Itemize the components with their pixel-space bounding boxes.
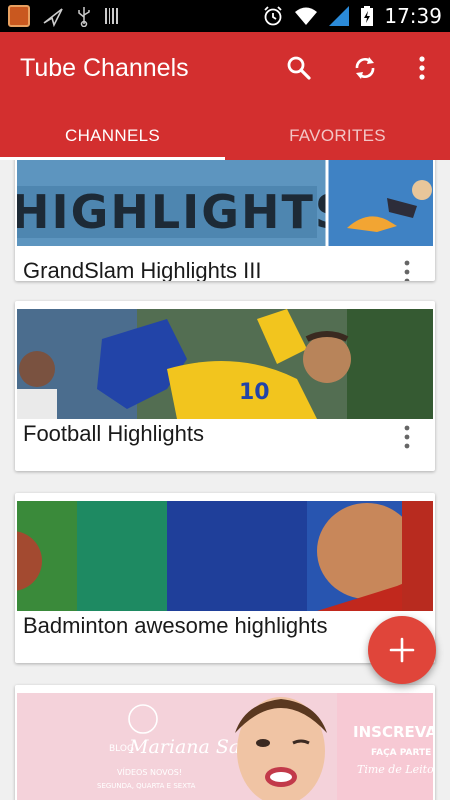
tab-channels[interactable]: CHANNELS xyxy=(0,112,225,160)
add-channel-button[interactable] xyxy=(368,616,436,684)
search-button[interactable] xyxy=(283,52,315,84)
channel-title: Badminton awesome highlights xyxy=(23,613,328,638)
tennis-thumbnail-art: HIGHLIGHTS III xyxy=(17,160,433,246)
mariana-join-text: FAÇA PARTE xyxy=(371,748,431,758)
status-bar: 17:39 xyxy=(0,0,450,32)
app-title: Tube Channels xyxy=(20,54,189,82)
tab-bar: CHANNELS FAVORITES xyxy=(0,112,450,160)
channel-thumbnail xyxy=(17,501,433,611)
more-vert-icon xyxy=(419,56,425,80)
more-vert-icon xyxy=(404,425,410,449)
channel-card[interactable]: BLOG Mariana Saad VÍDEOS NOVOS! SEGUNDA,… xyxy=(15,685,435,800)
tab-favorites[interactable]: FAVORITES xyxy=(225,112,450,160)
plus-icon xyxy=(389,637,415,663)
channel-thumbnail: HIGHLIGHTS III xyxy=(17,160,433,246)
mariana-subscribe-text: INSCREVA xyxy=(353,723,433,741)
mariana-days-text: SEGUNDA, QUARTA E SEXTA xyxy=(97,782,196,790)
send-icon xyxy=(43,8,63,27)
tab-channels-label: CHANNELS xyxy=(65,126,160,145)
football-thumbnail-art: 10 xyxy=(17,309,433,419)
system-icons: 17:39 xyxy=(262,3,442,29)
wifi-icon xyxy=(295,7,318,25)
search-icon xyxy=(287,56,311,80)
notification-icons xyxy=(8,5,120,27)
jersey-number: 10 xyxy=(239,380,270,405)
channel-title: GrandSlam Highlights III xyxy=(23,258,262,281)
badminton-thumbnail-art xyxy=(17,501,433,611)
clock: 17:39 xyxy=(384,4,442,28)
refresh-icon xyxy=(355,57,375,79)
mariana-team-text: Time de Leitoras xyxy=(357,763,433,776)
mariana-videos-text: VÍDEOS NOVOS! xyxy=(117,766,182,777)
channel-card[interactable]: HIGHLIGHTS III GrandSlam Highlights III xyxy=(15,160,435,281)
app-notification-icon xyxy=(8,5,30,27)
overflow-menu-button[interactable] xyxy=(406,52,438,84)
battery-icon xyxy=(361,6,374,26)
refresh-button[interactable] xyxy=(349,52,381,84)
channel-title: Football Highlights xyxy=(23,421,204,446)
mariana-thumbnail-art: BLOG Mariana Saad VÍDEOS NOVOS! SEGUNDA,… xyxy=(17,693,433,800)
channel-card[interactable]: 10 Football Highlights xyxy=(15,301,435,471)
channel-menu-button[interactable] xyxy=(401,423,413,451)
channel-menu-button[interactable] xyxy=(401,258,413,281)
signal-icon xyxy=(329,6,350,26)
alarm-icon xyxy=(264,6,282,26)
channel-thumbnail: 10 xyxy=(17,309,433,419)
channel-thumbnail: BLOG Mariana Saad VÍDEOS NOVOS! SEGUNDA,… xyxy=(17,693,433,800)
channel-list[interactable]: HIGHLIGHTS III GrandSlam Highlights III xyxy=(0,160,450,800)
tab-favorites-label: FAVORITES xyxy=(289,126,386,145)
usb-icon xyxy=(78,7,90,27)
app-bar: Tube Channels CHANNELS FAVORITES xyxy=(0,32,450,160)
more-vert-icon xyxy=(404,260,410,281)
barcode-icon xyxy=(105,8,118,24)
